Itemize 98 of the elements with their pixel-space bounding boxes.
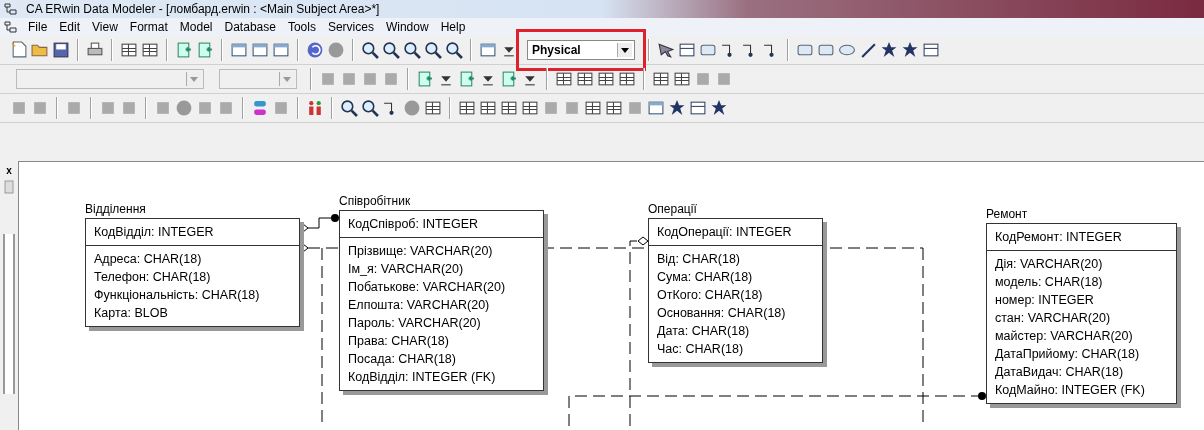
window-icon[interactable] bbox=[230, 41, 248, 59]
close-button[interactable]: x bbox=[6, 165, 12, 176]
grid-icon[interactable] bbox=[479, 99, 497, 117]
panel-splitter[interactable] bbox=[3, 234, 15, 394]
page-icon[interactable] bbox=[175, 41, 193, 59]
page-icon[interactable] bbox=[416, 70, 434, 88]
menu-item[interactable]: File bbox=[22, 20, 54, 34]
grid-icon[interactable] bbox=[458, 99, 476, 117]
magnifier-icon[interactable] bbox=[424, 41, 442, 59]
window-icon[interactable] bbox=[647, 99, 665, 117]
star-icon[interactable] bbox=[710, 99, 728, 117]
attribute: Права: CHAR(18) bbox=[348, 333, 450, 350]
attribute: Посада: CHAR(18) bbox=[348, 351, 457, 368]
caret-icon[interactable] bbox=[617, 43, 632, 57]
attribute: Основання: CHAR(18) bbox=[657, 305, 787, 322]
grid-icon[interactable] bbox=[652, 70, 670, 88]
window-icon[interactable] bbox=[251, 41, 269, 59]
entity-name: Відділення bbox=[85, 202, 146, 216]
attribute: Дія: VARCHAR(20) bbox=[995, 256, 1104, 273]
people-icon[interactable] bbox=[306, 99, 324, 117]
attribute: Карта: BLOB bbox=[94, 305, 169, 322]
attribute: КодМайно: INTEGER (FK) bbox=[995, 382, 1146, 399]
attribute: Пароль: VARCHAR(20) bbox=[348, 315, 482, 332]
attribute: Побатькове: VARCHAR(20) bbox=[348, 279, 507, 296]
layers-icon[interactable] bbox=[251, 99, 269, 117]
menu-item[interactable]: Window bbox=[379, 20, 435, 34]
attribute: ДатаПрийому: CHAR(18) bbox=[995, 346, 1141, 363]
entity-name: Співробітник bbox=[339, 194, 411, 208]
attribute: стан: VARCHAR(20) bbox=[995, 310, 1112, 327]
attribute: майстер: VARCHAR(20) bbox=[995, 328, 1134, 345]
attribute: Елпошта: VARCHAR(20) bbox=[348, 297, 491, 314]
attribute: Функціональність: CHAR(18) bbox=[94, 287, 261, 304]
grid-icon[interactable] bbox=[584, 99, 602, 117]
star-icon[interactable] bbox=[880, 41, 898, 59]
window-icon[interactable] bbox=[479, 41, 497, 59]
menu-item[interactable]: Tools bbox=[281, 20, 322, 34]
page-icon[interactable] bbox=[196, 41, 214, 59]
document-icon[interactable] bbox=[10, 41, 28, 59]
grid-icon[interactable] bbox=[597, 70, 615, 88]
attribute: Прізвище: VARCHAR(20) bbox=[348, 243, 494, 260]
key-attribute: КодСпівроб: INTEGER bbox=[348, 216, 480, 233]
attribute: Дата: CHAR(18) bbox=[657, 323, 751, 340]
attribute: Ім_я: VARCHAR(20) bbox=[348, 261, 465, 278]
attribute: Адреса: CHAR(18) bbox=[94, 251, 203, 268]
attribute: Час: CHAR(18) bbox=[657, 341, 745, 358]
grid-icon[interactable] bbox=[555, 70, 573, 88]
magnifier-icon[interactable] bbox=[361, 41, 379, 59]
star-icon[interactable] bbox=[901, 41, 919, 59]
app-icon bbox=[4, 2, 18, 16]
pointer-icon[interactable] bbox=[657, 41, 675, 59]
grid-icon[interactable] bbox=[673, 70, 691, 88]
menu-item[interactable]: Database bbox=[218, 20, 282, 34]
page-icon[interactable] bbox=[500, 70, 518, 88]
entity-name: Операції bbox=[648, 202, 697, 216]
grid-icon[interactable] bbox=[141, 41, 159, 59]
menu-item[interactable]: Help bbox=[434, 20, 472, 34]
menu-item[interactable]: Format bbox=[123, 20, 174, 34]
magnifier-icon[interactable] bbox=[361, 99, 379, 117]
menu-item[interactable]: Services bbox=[321, 20, 380, 34]
entity-name: Ремонт bbox=[986, 207, 1028, 221]
table-icon[interactable] bbox=[689, 99, 707, 117]
grid-icon[interactable] bbox=[576, 70, 594, 88]
grid-icon[interactable] bbox=[605, 99, 623, 117]
grid-icon[interactable] bbox=[500, 99, 518, 117]
page-icon[interactable] bbox=[458, 70, 476, 88]
attribute: Телефон: CHAR(18) bbox=[94, 269, 212, 286]
magnifier-icon[interactable] bbox=[340, 99, 358, 117]
attribute: Сума: CHAR(18) bbox=[657, 269, 754, 286]
menu-item[interactable]: Edit bbox=[53, 20, 87, 34]
magnifier-icon[interactable] bbox=[445, 41, 463, 59]
attribute: модель: CHAR(18) bbox=[995, 274, 1104, 291]
magnifier-icon[interactable] bbox=[403, 41, 421, 59]
key-attribute: КодОперації: INTEGER bbox=[657, 224, 793, 241]
key-attribute: КодРемонт: INTEGER bbox=[995, 229, 1123, 246]
attribute: ОтКого: CHAR(18) bbox=[657, 287, 764, 304]
circle-icon[interactable] bbox=[327, 41, 345, 59]
grid-icon[interactable] bbox=[424, 99, 442, 117]
grid-icon[interactable] bbox=[618, 70, 636, 88]
window-title: CA ERwin Data Modeler - [ломбард.erwin : <Main Subject Area>*] bbox=[26, 2, 380, 16]
table-icon[interactable] bbox=[678, 41, 696, 59]
magnifier-icon[interactable] bbox=[382, 41, 400, 59]
menu-item[interactable]: View bbox=[86, 20, 124, 34]
app-icon[interactable] bbox=[4, 20, 18, 34]
grid-icon[interactable] bbox=[521, 99, 539, 117]
table-icon[interactable] bbox=[922, 41, 940, 59]
menu-item[interactable]: Model bbox=[173, 20, 219, 34]
attribute: КодВідділ: INTEGER (FK) bbox=[348, 369, 497, 386]
attribute: номер: INTEGER bbox=[995, 292, 1095, 309]
attribute: ДатаВидач: CHAR(18) bbox=[995, 364, 1125, 381]
undo-icon[interactable] bbox=[306, 41, 324, 59]
grid-icon[interactable] bbox=[120, 41, 138, 59]
window-icon[interactable] bbox=[272, 41, 290, 59]
display-level-dropdown[interactable]: Physical bbox=[527, 40, 635, 60]
line-icon[interactable] bbox=[859, 41, 877, 59]
attribute: Від: CHAR(18) bbox=[657, 251, 741, 268]
circle-icon[interactable] bbox=[175, 99, 193, 117]
key-attribute: КодВідділ: INTEGER bbox=[94, 224, 215, 241]
star-icon[interactable] bbox=[668, 99, 686, 117]
